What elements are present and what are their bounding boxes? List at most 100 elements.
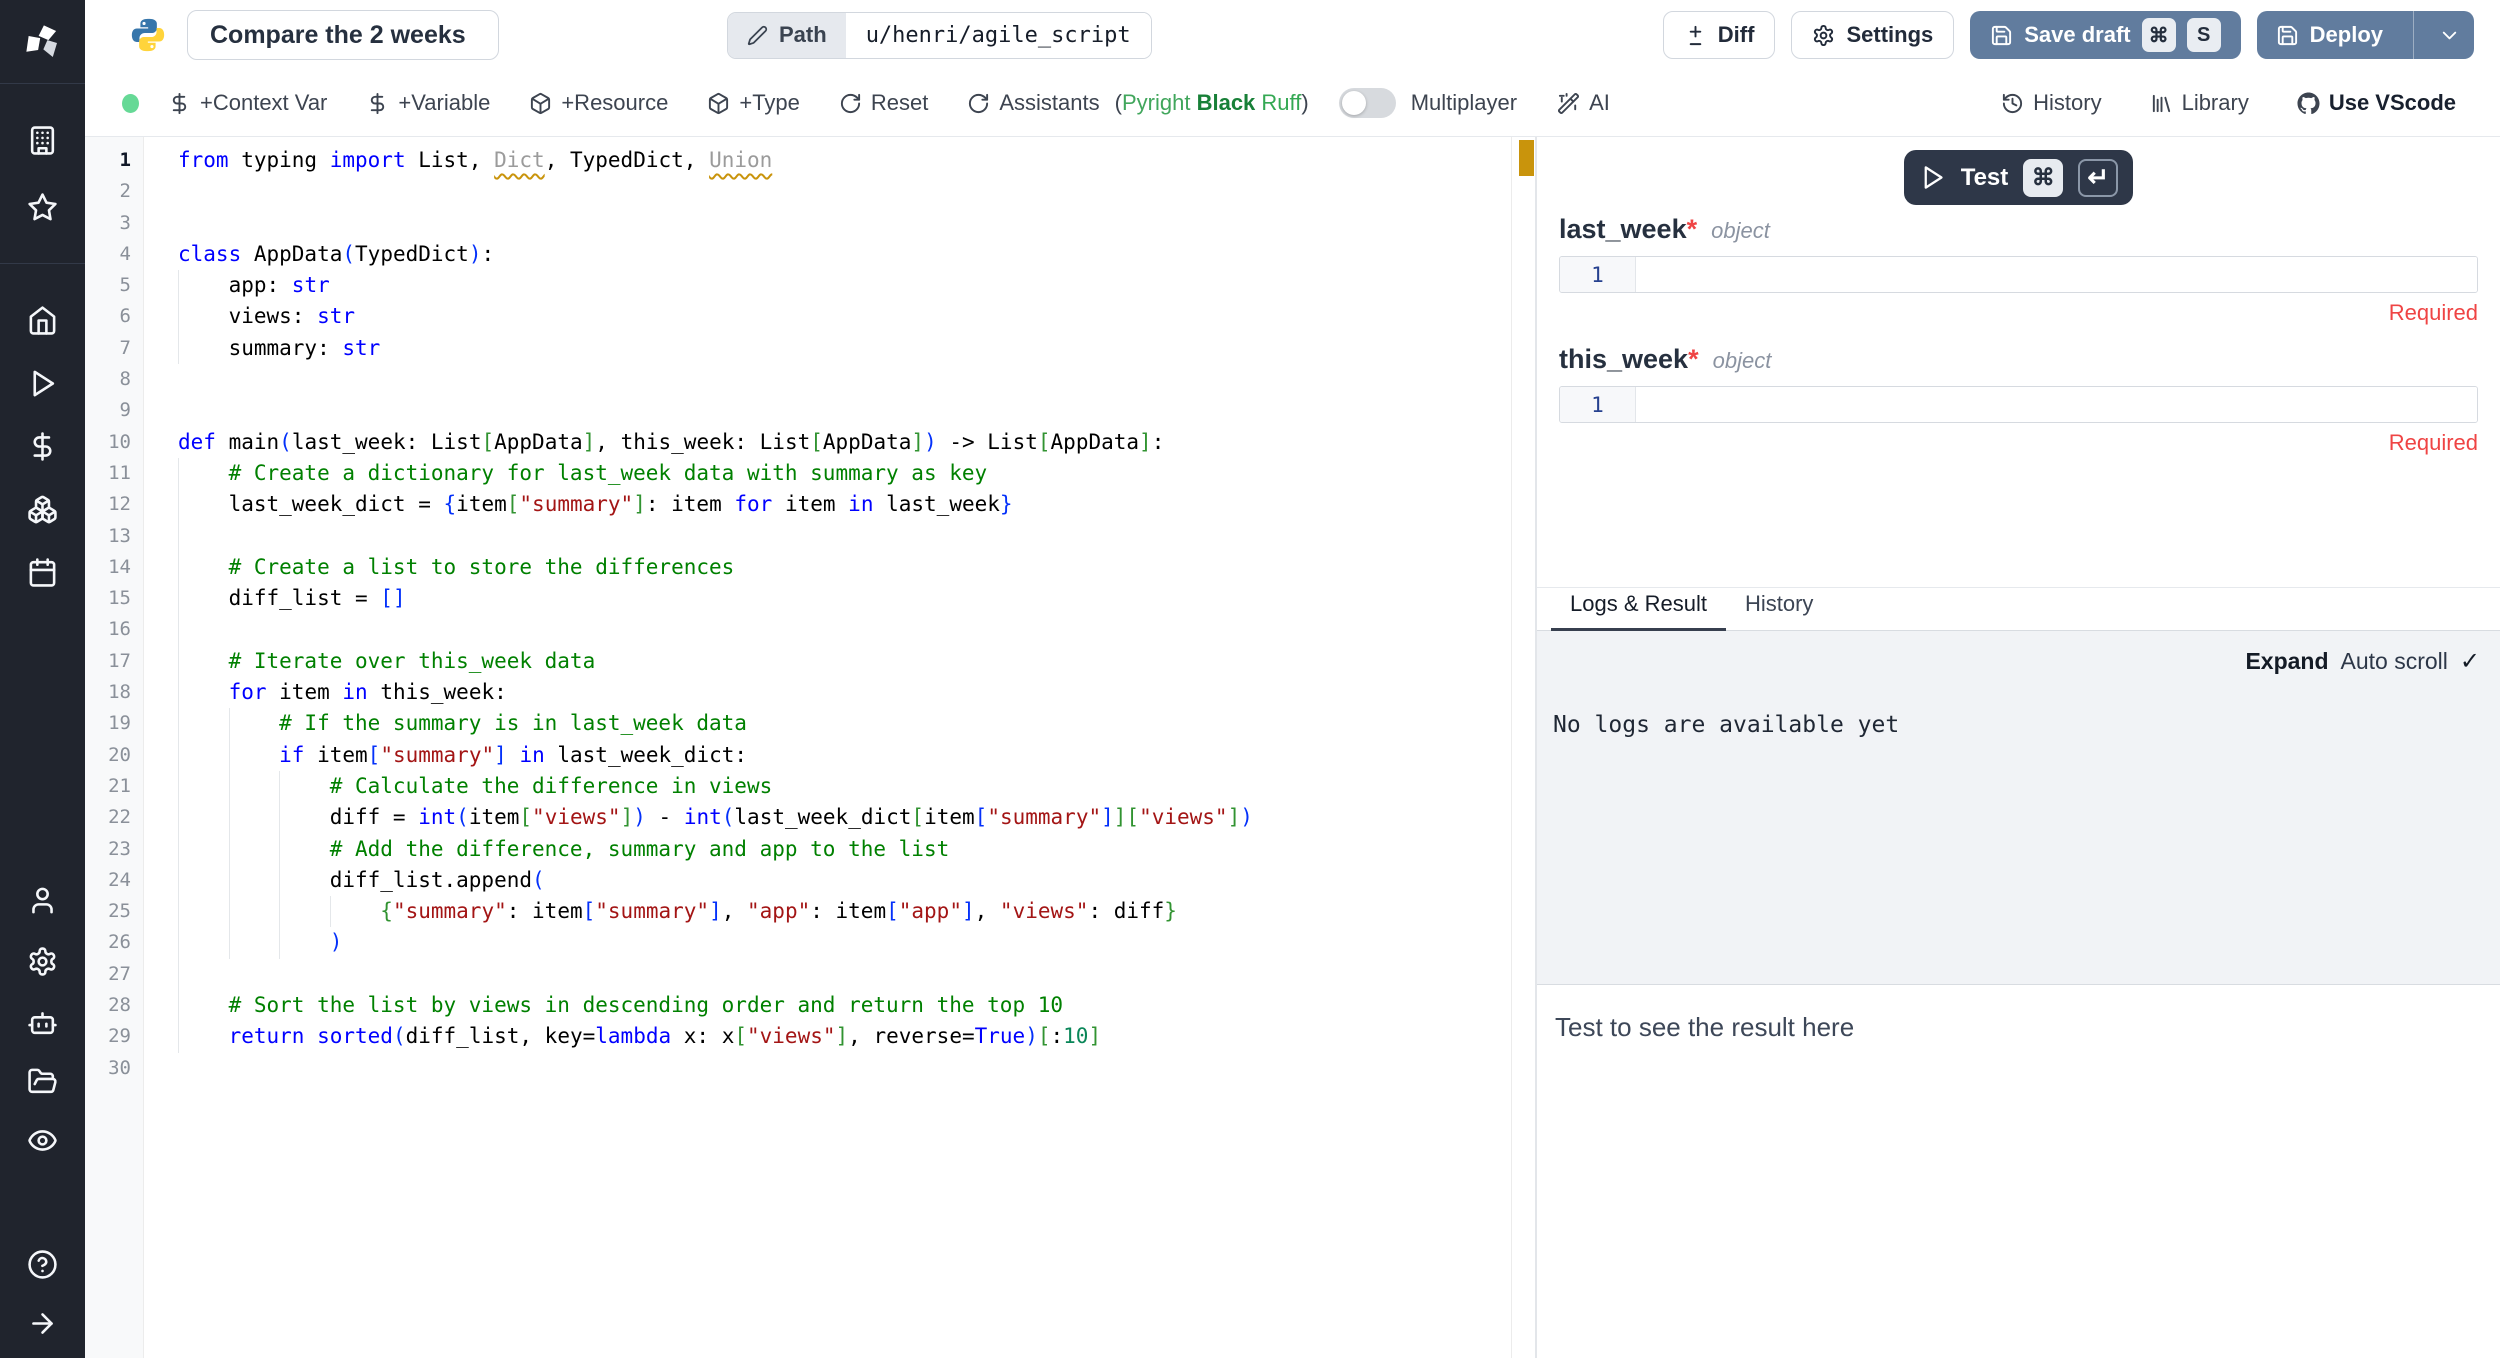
- code-line[interactable]: 19 # If the summary is in last_week data: [85, 708, 1511, 739]
- use-vscode-label: Use VScode: [2329, 90, 2456, 116]
- json-editor-input[interactable]: [1636, 257, 2477, 292]
- arg-this-week: this_week* object 1 Required: [1559, 344, 2478, 456]
- arg-json-editor[interactable]: 1: [1559, 386, 2478, 423]
- ai-button[interactable]: AI: [1557, 90, 1610, 116]
- toggle-knob: [1342, 91, 1366, 115]
- pyright-label: Pyright: [1122, 90, 1190, 115]
- home-icon[interactable]: [0, 303, 85, 337]
- code-lines[interactable]: 1from typing import List, Dict, TypedDic…: [85, 145, 1511, 1084]
- github-icon: [2297, 92, 2320, 115]
- editor-scrollbar[interactable]: [1511, 137, 1535, 1358]
- code-line[interactable]: 7 summary: str: [85, 333, 1511, 364]
- add-type-button[interactable]: +Type: [707, 90, 800, 116]
- code-line[interactable]: 23 # Add the difference, summary and app…: [85, 834, 1511, 865]
- script-path[interactable]: u/henri/agile_script: [846, 13, 1151, 58]
- add-resource-button[interactable]: +Resource: [529, 90, 668, 116]
- favorites-star-icon[interactable]: [0, 190, 85, 224]
- deploy-dropdown-button[interactable]: [2425, 11, 2474, 59]
- code-line[interactable]: 20 if item["summary"] in last_week_dict:: [85, 740, 1511, 771]
- line-number: 10: [85, 427, 144, 458]
- runs-play-icon[interactable]: [0, 366, 85, 400]
- code-line[interactable]: 5 app: str: [85, 270, 1511, 301]
- python-icon: [129, 16, 167, 54]
- code-line[interactable]: 24 diff_list.append(: [85, 865, 1511, 896]
- variables-dollar-icon[interactable]: [0, 429, 85, 463]
- add-variable-button[interactable]: +Variable: [366, 90, 490, 116]
- workers-bot-icon[interactable]: [0, 1005, 85, 1039]
- ai-label: AI: [1589, 90, 1610, 116]
- schedules-calendar-icon[interactable]: [0, 555, 85, 589]
- help-icon[interactable]: [0, 1247, 85, 1281]
- arg-json-editor[interactable]: 1: [1559, 256, 2478, 293]
- code-line[interactable]: 4class AppData(TypedDict):: [85, 239, 1511, 270]
- line-number: 24: [85, 865, 144, 896]
- code-line[interactable]: 8: [85, 364, 1511, 395]
- logs-pane: Expand Auto scroll ✓ No logs are availab…: [1537, 631, 2500, 985]
- no-logs-message: No logs are available yet: [1553, 712, 2480, 738]
- settings-gear-icon[interactable]: [0, 944, 85, 978]
- expand-button[interactable]: Expand: [2245, 648, 2328, 675]
- library-label: Library: [2182, 90, 2249, 116]
- code-line[interactable]: 30: [85, 1053, 1511, 1084]
- chevron-down-icon: [2438, 24, 2461, 47]
- code-line[interactable]: 10def main(last_week: List[AppData], thi…: [85, 427, 1511, 458]
- folders-icon[interactable]: [0, 1064, 85, 1098]
- code-line[interactable]: 28 # Sort the list by views in descendin…: [85, 990, 1511, 1021]
- code-line[interactable]: 3: [85, 208, 1511, 239]
- code-line[interactable]: 11 # Create a dictionary for last_week d…: [85, 458, 1511, 489]
- line-number: 6: [85, 301, 144, 332]
- code-line[interactable]: 9: [85, 395, 1511, 426]
- audit-eye-icon[interactable]: [0, 1123, 85, 1157]
- result-pane: Test to see the result here: [1537, 985, 2500, 1358]
- settings-button[interactable]: Settings: [1791, 11, 1954, 59]
- code-line[interactable]: 12 last_week_dict = {item["summary"]: it…: [85, 489, 1511, 520]
- line-number: 27: [85, 959, 144, 990]
- assistants-langs: (Pyright Black Ruff): [1115, 90, 1309, 116]
- code-line[interactable]: 18 for item in this_week:: [85, 677, 1511, 708]
- code-line[interactable]: 27: [85, 959, 1511, 990]
- windmill-logo[interactable]: [0, 0, 85, 84]
- code-editor[interactable]: 1from typing import List, Dict, TypedDic…: [85, 137, 1535, 1358]
- reset-button[interactable]: Reset: [839, 90, 928, 116]
- code-line[interactable]: 17 # Iterate over this_week data: [85, 646, 1511, 677]
- diff-button[interactable]: Diff: [1663, 11, 1776, 59]
- line-number: 28: [85, 990, 144, 1021]
- use-vscode-button[interactable]: Use VScode: [2297, 90, 2456, 116]
- test-label: Test: [1961, 164, 2009, 192]
- code-line[interactable]: 2: [85, 176, 1511, 207]
- assistants-button[interactable]: Assistants: [967, 90, 1099, 116]
- path-edit-button[interactable]: Path: [728, 13, 846, 58]
- code-line[interactable]: 21 # Calculate the difference in views: [85, 771, 1511, 802]
- code-line[interactable]: 6 views: str: [85, 301, 1511, 332]
- collapse-arrow-icon[interactable]: [0, 1306, 85, 1340]
- workspace-icon[interactable]: [0, 123, 85, 157]
- code-line[interactable]: 1from typing import List, Dict, TypedDic…: [85, 145, 1511, 176]
- multiplayer-toggle[interactable]: [1339, 88, 1396, 118]
- save-draft-button[interactable]: Save draft ⌘ S: [1970, 11, 2240, 59]
- tab-logs-result[interactable]: Logs & Result: [1551, 591, 1726, 632]
- tab-history[interactable]: History: [1726, 591, 1832, 632]
- save-draft-label: Save draft: [2024, 22, 2130, 48]
- rotate-icon: [967, 92, 990, 115]
- code-line[interactable]: 15 diff_list = []: [85, 583, 1511, 614]
- test-args-form: Test ⌘ ↵ last_week* object 1: [1537, 137, 2500, 587]
- json-editor-input[interactable]: [1636, 387, 2477, 422]
- history-button[interactable]: History: [2001, 90, 2101, 116]
- code-line[interactable]: 13: [85, 521, 1511, 552]
- line-number: 25: [85, 896, 144, 927]
- autoscroll-toggle[interactable]: Auto scroll: [2341, 648, 2448, 675]
- library-button[interactable]: Library: [2150, 90, 2249, 116]
- add-context-var-button[interactable]: +Context Var: [168, 90, 327, 116]
- user-icon[interactable]: [0, 883, 85, 917]
- code-line[interactable]: 25 {"summary": item["summary"], "app": i…: [85, 896, 1511, 927]
- code-line[interactable]: 26 ): [85, 927, 1511, 958]
- code-line[interactable]: 16: [85, 614, 1511, 645]
- code-line[interactable]: 22 diff = int(item["views"]) - int(last_…: [85, 802, 1511, 833]
- code-line[interactable]: 14 # Create a list to store the differen…: [85, 552, 1511, 583]
- resources-boxes-icon[interactable]: [0, 492, 85, 526]
- test-button[interactable]: Test ⌘ ↵: [1904, 150, 2134, 205]
- code-line[interactable]: 29 return sorted(diff_list, key=lambda x…: [85, 1021, 1511, 1052]
- deploy-button[interactable]: Deploy: [2257, 11, 2474, 59]
- script-title-input[interactable]: [187, 10, 499, 60]
- assistants-label: Assistants: [999, 90, 1099, 116]
